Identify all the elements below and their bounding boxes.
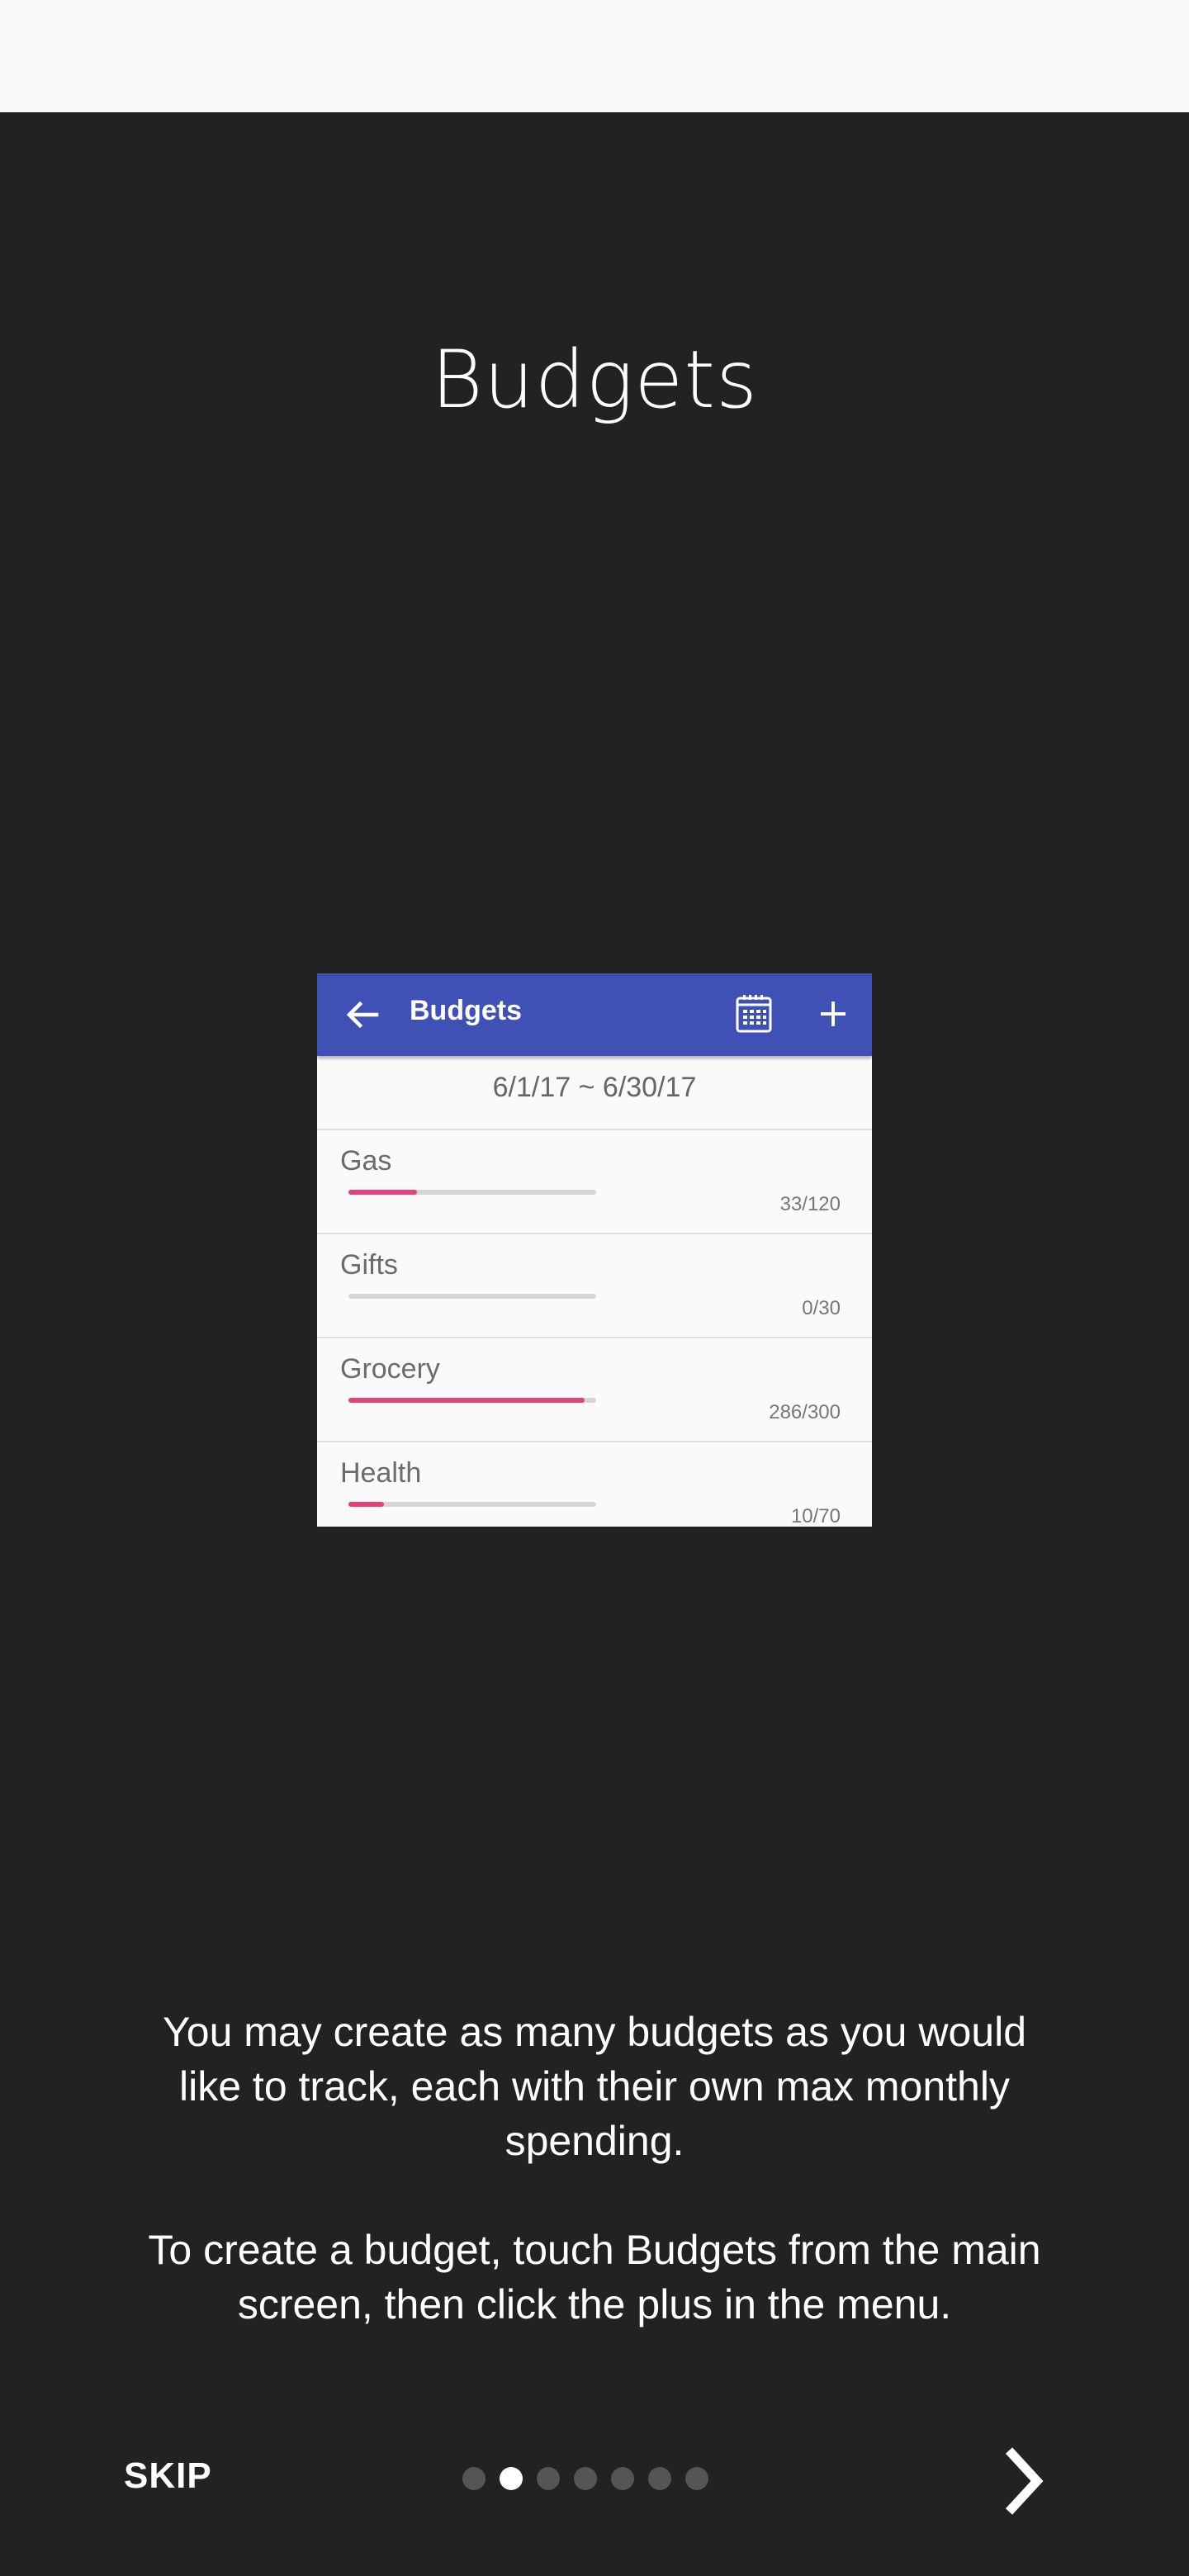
budget-amount: 286/300 [769,1401,841,1423]
description-paragraph: You may create as many budgets as you wo… [163,2009,1026,2164]
budget-name: Health [340,1457,422,1489]
budget-name: Gas [340,1145,392,1177]
date-range: 6/1/17 ~ 6/30/17 [317,1056,872,1130]
page-dot [500,2467,523,2490]
list-item: Grocery 286/300 [317,1338,872,1442]
list-item: Gas 33/120 [317,1130,872,1234]
page-dot [648,2467,671,2490]
preview-app-bar-title: Budgets [410,995,522,1026]
budget-progress-bar [348,1190,596,1195]
plus-icon [821,1002,846,1026]
budget-amount: 0/30 [802,1297,841,1319]
budget-progress-fill [348,1190,417,1195]
onboarding-footer: SKIP [0,2389,1189,2576]
list-item: Gifts 0/30 [317,1234,872,1338]
calendar-icon [736,995,772,1033]
page-dot [685,2467,708,2490]
budget-name: Grocery [340,1353,440,1385]
budget-progress-fill [348,1502,384,1507]
status-bar [0,0,1189,112]
budget-progress-bar [348,1502,596,1507]
page-dot [537,2467,560,2490]
list-item: Health 10/70 [317,1442,872,1527]
page-dot [611,2467,634,2490]
description-paragraph: To create a budget, touch Budgets from t… [148,2227,1041,2327]
budget-amount: 10/70 [790,1505,841,1527]
skip-button[interactable]: SKIP [124,2455,212,2497]
budget-progress-bar [348,1294,596,1299]
onboarding-screen: Budgets Budgets 6/1/17 ~ 6/30/17 Gas 33/… [0,112,1189,2576]
chevron-right-icon[interactable] [988,2444,1062,2518]
budget-progress-bar [348,1398,596,1403]
onboarding-description: You may create as many budgets as you wo… [140,2005,1049,2332]
budget-list: Gas 33/120 Gifts 0/30 Grocery 286/300 He… [317,1130,872,1527]
page-title: Budgets [431,334,758,426]
preview-app-bar: Budgets [317,973,872,1056]
back-arrow-icon [346,1001,379,1029]
budget-name: Gifts [340,1249,398,1281]
budgets-preview-screenshot: Budgets 6/1/17 ~ 6/30/17 Gas 33/120 Gift… [317,973,872,1527]
page-dot [574,2467,597,2490]
budget-amount: 33/120 [779,1193,841,1215]
budget-progress-fill [348,1398,585,1403]
page-dot [462,2467,486,2490]
